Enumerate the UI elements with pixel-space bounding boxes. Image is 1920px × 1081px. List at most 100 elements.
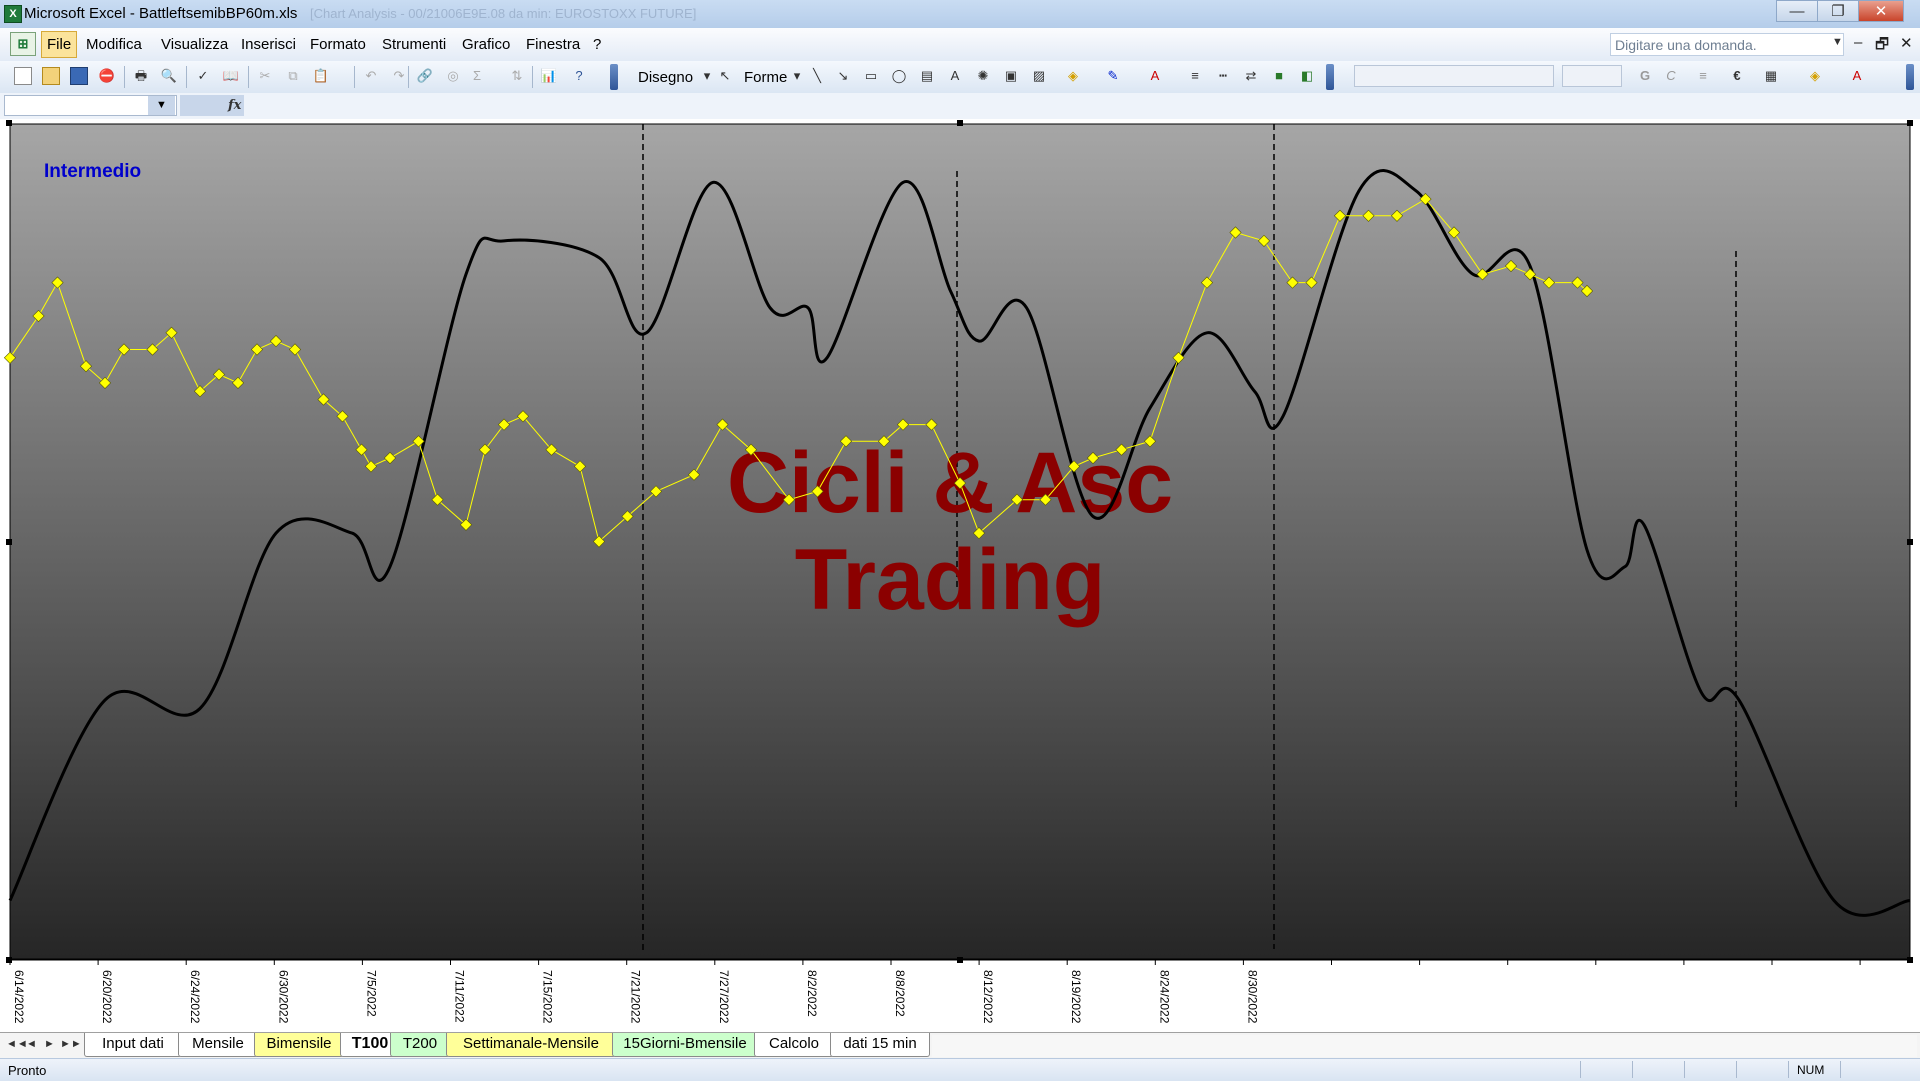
- selection-handle[interactable]: [957, 120, 963, 126]
- bold-button[interactable]: G: [1636, 67, 1654, 85]
- selection-handle[interactable]: [6, 120, 12, 126]
- spelling-icon[interactable]: ✓: [194, 67, 212, 85]
- arrow-style-icon[interactable]: ⇄: [1242, 67, 1260, 85]
- forme-menu[interactable]: Forme: [744, 69, 787, 86]
- first-sheet-nav[interactable]: ◄◄: [6, 1038, 28, 1050]
- minimize-button[interactable]: —: [1776, 0, 1818, 22]
- menu-help[interactable]: ?: [593, 36, 601, 53]
- select-objects-icon[interactable]: ↖: [716, 67, 734, 85]
- excel-app-icon[interactable]: X: [4, 5, 22, 23]
- diagram-icon[interactable]: ✺: [974, 67, 992, 85]
- rectangle-icon[interactable]: ▭: [862, 67, 880, 85]
- close-button[interactable]: ✕: [1858, 0, 1904, 22]
- save-icon[interactable]: [70, 67, 88, 85]
- menu-inserisci[interactable]: Inserisci: [241, 36, 296, 53]
- toolbar-grip[interactable]: [610, 64, 618, 90]
- sheet-tab-bimensile[interactable]: Bimensile: [254, 1033, 344, 1057]
- permission-icon[interactable]: ⛔: [98, 67, 116, 85]
- next-sheet-nav[interactable]: ►: [44, 1038, 55, 1050]
- selection-handle[interactable]: [1907, 120, 1913, 126]
- menu-strumenti[interactable]: Strumenti: [382, 36, 446, 53]
- mdi-close-button[interactable]: ✕: [1900, 34, 1913, 52]
- textbox-icon[interactable]: ▤: [918, 67, 936, 85]
- menu-formato[interactable]: Formato: [310, 36, 366, 53]
- wordart-icon[interactable]: A: [946, 67, 964, 85]
- arrow-icon[interactable]: ↘: [834, 67, 852, 85]
- copy-icon[interactable]: ⧉: [284, 67, 302, 85]
- menu-visualizza[interactable]: Visualizza: [161, 36, 228, 53]
- last-sheet-nav[interactable]: ►►: [60, 1038, 82, 1050]
- borders-icon[interactable]: ▦: [1762, 67, 1780, 85]
- name-box-dropdown-icon[interactable]: ▼: [148, 96, 175, 115]
- menu-finestra[interactable]: Finestra: [526, 36, 580, 53]
- open-icon[interactable]: [42, 67, 60, 85]
- sort-icon[interactable]: ⇅: [508, 67, 526, 85]
- font-name-combo[interactable]: [1354, 65, 1554, 87]
- dash-style-icon[interactable]: ┅: [1214, 67, 1232, 85]
- sheet-tab-calcolo[interactable]: Calcolo: [754, 1033, 834, 1057]
- italic-button[interactable]: C: [1662, 67, 1680, 85]
- mdi-minimize-button[interactable]: –: [1854, 34, 1862, 51]
- research-icon[interactable]: 📖: [222, 67, 240, 85]
- euro-button[interactable]: €: [1728, 67, 1746, 85]
- sheet-tab-t200[interactable]: T200: [390, 1033, 450, 1057]
- horizontal-scrollbar[interactable]: [932, 1035, 1917, 1057]
- text-color-icon[interactable]: A: [1848, 67, 1866, 85]
- align-center-icon[interactable]: ≡: [1694, 67, 1712, 85]
- sheet-tab-mensile[interactable]: Mensile: [178, 1033, 258, 1057]
- fx-icon[interactable]: fx: [228, 98, 241, 113]
- sheet-tab-settimanale-mensile[interactable]: Settimanale-Mensile: [446, 1033, 616, 1057]
- sheet-tab-dati-15-min[interactable]: dati 15 min: [830, 1033, 930, 1057]
- help-icon[interactable]: ?: [570, 67, 588, 85]
- sum-icon[interactable]: Σ: [468, 67, 486, 85]
- clipart-icon[interactable]: ▣: [1002, 67, 1020, 85]
- x-axis-tick-label: 7/27/2022: [717, 970, 731, 1024]
- undo-icon[interactable]: ↶: [362, 67, 380, 85]
- line-style-icon[interactable]: ≡: [1186, 67, 1204, 85]
- chart-wizard-icon[interactable]: 📊: [540, 67, 558, 85]
- x-axis-tick-label: 6/14/2022: [12, 970, 26, 1024]
- shadow-icon[interactable]: ■: [1270, 67, 1288, 85]
- font-size-combo[interactable]: [1562, 65, 1622, 87]
- new-icon[interactable]: [14, 67, 32, 85]
- dropdown-arrow-icon[interactable]: ▾: [698, 67, 716, 85]
- menu-modifica[interactable]: Modifica: [86, 36, 142, 53]
- sheet-tab-15giorni-bmensile[interactable]: 15Giorni-Bmensile: [612, 1033, 758, 1057]
- menu-grafico[interactable]: Grafico: [462, 36, 510, 53]
- disegno-menu[interactable]: Disegno: [638, 69, 693, 86]
- redo-icon[interactable]: ↷: [390, 67, 408, 85]
- status-divider: [1684, 1061, 1685, 1078]
- cut-icon[interactable]: ✂: [256, 67, 274, 85]
- oval-icon[interactable]: ◯: [890, 67, 908, 85]
- hyperlink-icon[interactable]: 🔗: [416, 67, 434, 85]
- chart-area[interactable]: Cicli & Asc Trading Intermedio 6/14/2022…: [0, 119, 1920, 1032]
- font-color-icon[interactable]: A: [1146, 67, 1164, 85]
- window-title: Microsoft Excel - BattleftsemibBP60m.xls: [24, 5, 298, 22]
- toolbar-grip[interactable]: [1326, 64, 1334, 90]
- sheet-tab-input-dati[interactable]: Input dati: [84, 1033, 182, 1057]
- highlight-icon[interactable]: ◈: [1806, 67, 1824, 85]
- ask-dropdown-icon[interactable]: ▼: [1832, 36, 1843, 48]
- menu-file[interactable]: File: [41, 31, 78, 58]
- mdi-restore-button[interactable]: 🗗: [1875, 34, 1889, 59]
- print-preview-icon[interactable]: 🔍: [160, 67, 178, 85]
- selection-handle[interactable]: [6, 539, 12, 545]
- toolbar-grip[interactable]: [1906, 64, 1914, 90]
- line-icon[interactable]: ╲: [808, 67, 826, 85]
- ask-question-input[interactable]: Digitare una domanda.: [1610, 33, 1844, 56]
- fill-color-icon[interactable]: ◈: [1064, 67, 1082, 85]
- selection-handle[interactable]: [1907, 539, 1913, 545]
- research-globe-icon[interactable]: ◎: [444, 67, 462, 85]
- picture-icon[interactable]: ▨: [1030, 67, 1048, 85]
- 3d-icon[interactable]: ◧: [1298, 67, 1316, 85]
- paste-icon[interactable]: 📋: [312, 67, 330, 85]
- chart-menu-icon[interactable]: ⊞: [10, 32, 36, 56]
- line-color-icon[interactable]: ✎: [1104, 67, 1122, 85]
- prev-sheet-nav[interactable]: ◄: [26, 1038, 37, 1050]
- dropdown-arrow-icon[interactable]: ▾: [788, 67, 806, 85]
- toolbar-separator: [532, 66, 533, 88]
- toolbar-separator: [186, 66, 187, 88]
- x-axis-tick-label: 8/2/2022: [805, 970, 819, 1017]
- print-icon[interactable]: 🖶: [132, 67, 150, 85]
- maximize-button[interactable]: ❐: [1817, 0, 1859, 22]
